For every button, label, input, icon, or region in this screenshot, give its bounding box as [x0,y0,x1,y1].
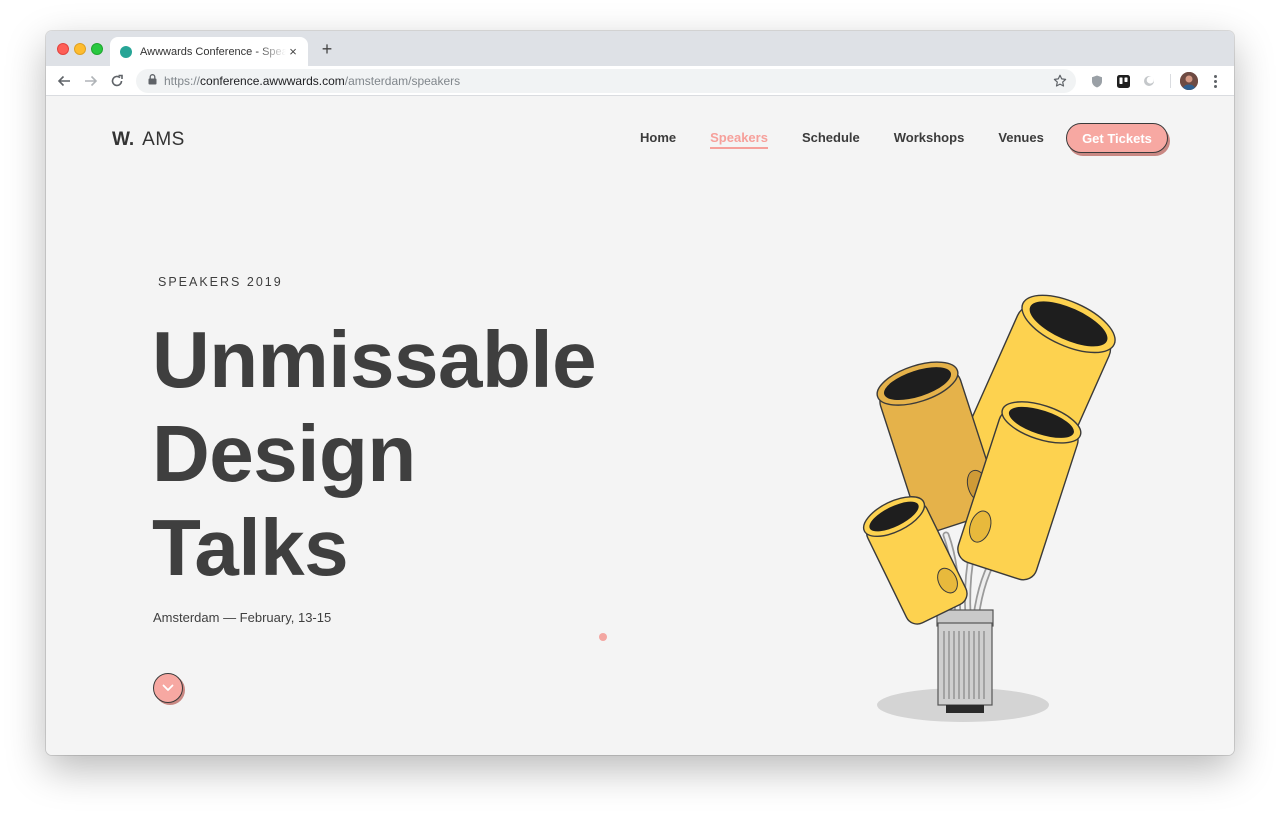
hero-eyebrow: SPEAKERS 2019 [158,275,283,289]
lock-icon [148,72,157,90]
speakers-illustration [862,294,1116,722]
url-text: https://conference.awwwards.com/amsterda… [164,74,461,88]
star-icon[interactable] [1052,73,1068,89]
address-bar[interactable]: https://conference.awwwards.com/amsterda… [136,69,1076,93]
browser-tab[interactable]: Awwwards Conference - Speakers × [110,37,308,66]
toolbar-separator [1170,74,1171,88]
tab-strip: Awwwards Conference - Speakers × + [46,31,1234,66]
headline-line-2: Design [152,409,416,498]
nav-venues[interactable]: Venues [998,130,1044,149]
moon-extension-icon[interactable] [1142,74,1156,88]
hero-headline: Unmissable Design Talks [152,313,597,595]
chevron-down-icon [162,684,174,691]
nav-home[interactable]: Home [640,130,676,149]
scroll-down-button[interactable] [153,673,183,703]
nav-schedule[interactable]: Schedule [802,130,860,149]
minimize-window-button[interactable] [74,43,86,55]
nav-speakers[interactable]: Speakers [710,130,768,149]
trello-extension-icon[interactable] [1116,74,1130,88]
get-tickets-button[interactable]: Get Tickets [1066,123,1168,153]
reload-icon[interactable] [108,72,126,90]
logo-mark: W. [112,129,135,150]
logo-text: AMS [142,129,185,150]
favicon-icon [120,45,132,58]
browser-toolbar: https://conference.awwwards.com/amsterda… [46,66,1234,96]
headline-line-1: Unmissable [152,315,597,404]
profile-avatar[interactable] [1180,72,1198,90]
slide-indicator-dot[interactable] [599,633,607,641]
nav-workshops[interactable]: Workshops [894,130,965,149]
maximize-window-button[interactable] [91,43,103,55]
main-nav: Home Speakers Schedule Workshops Venues [640,130,1078,149]
browser-menu-icon[interactable] [1208,72,1222,90]
shield-extension-icon[interactable] [1090,74,1104,88]
new-tab-button[interactable]: + [318,40,336,58]
headline-line-3: Talks [152,503,349,592]
forward-arrow-icon[interactable] [82,72,100,90]
web-page: W. AMS Home Speakers Schedule Workshops … [46,97,1234,755]
browser-window: Awwwards Conference - Speakers × + https… [46,31,1234,755]
site-logo[interactable]: W. AMS [112,129,185,151]
tab-title: Awwwards Conference - Speakers [140,45,286,58]
close-window-button[interactable] [57,43,69,55]
back-arrow-icon[interactable] [55,72,73,90]
event-location-date: Amsterdam — February, 13-15 [153,610,332,625]
tab-close-icon[interactable]: × [286,44,300,59]
